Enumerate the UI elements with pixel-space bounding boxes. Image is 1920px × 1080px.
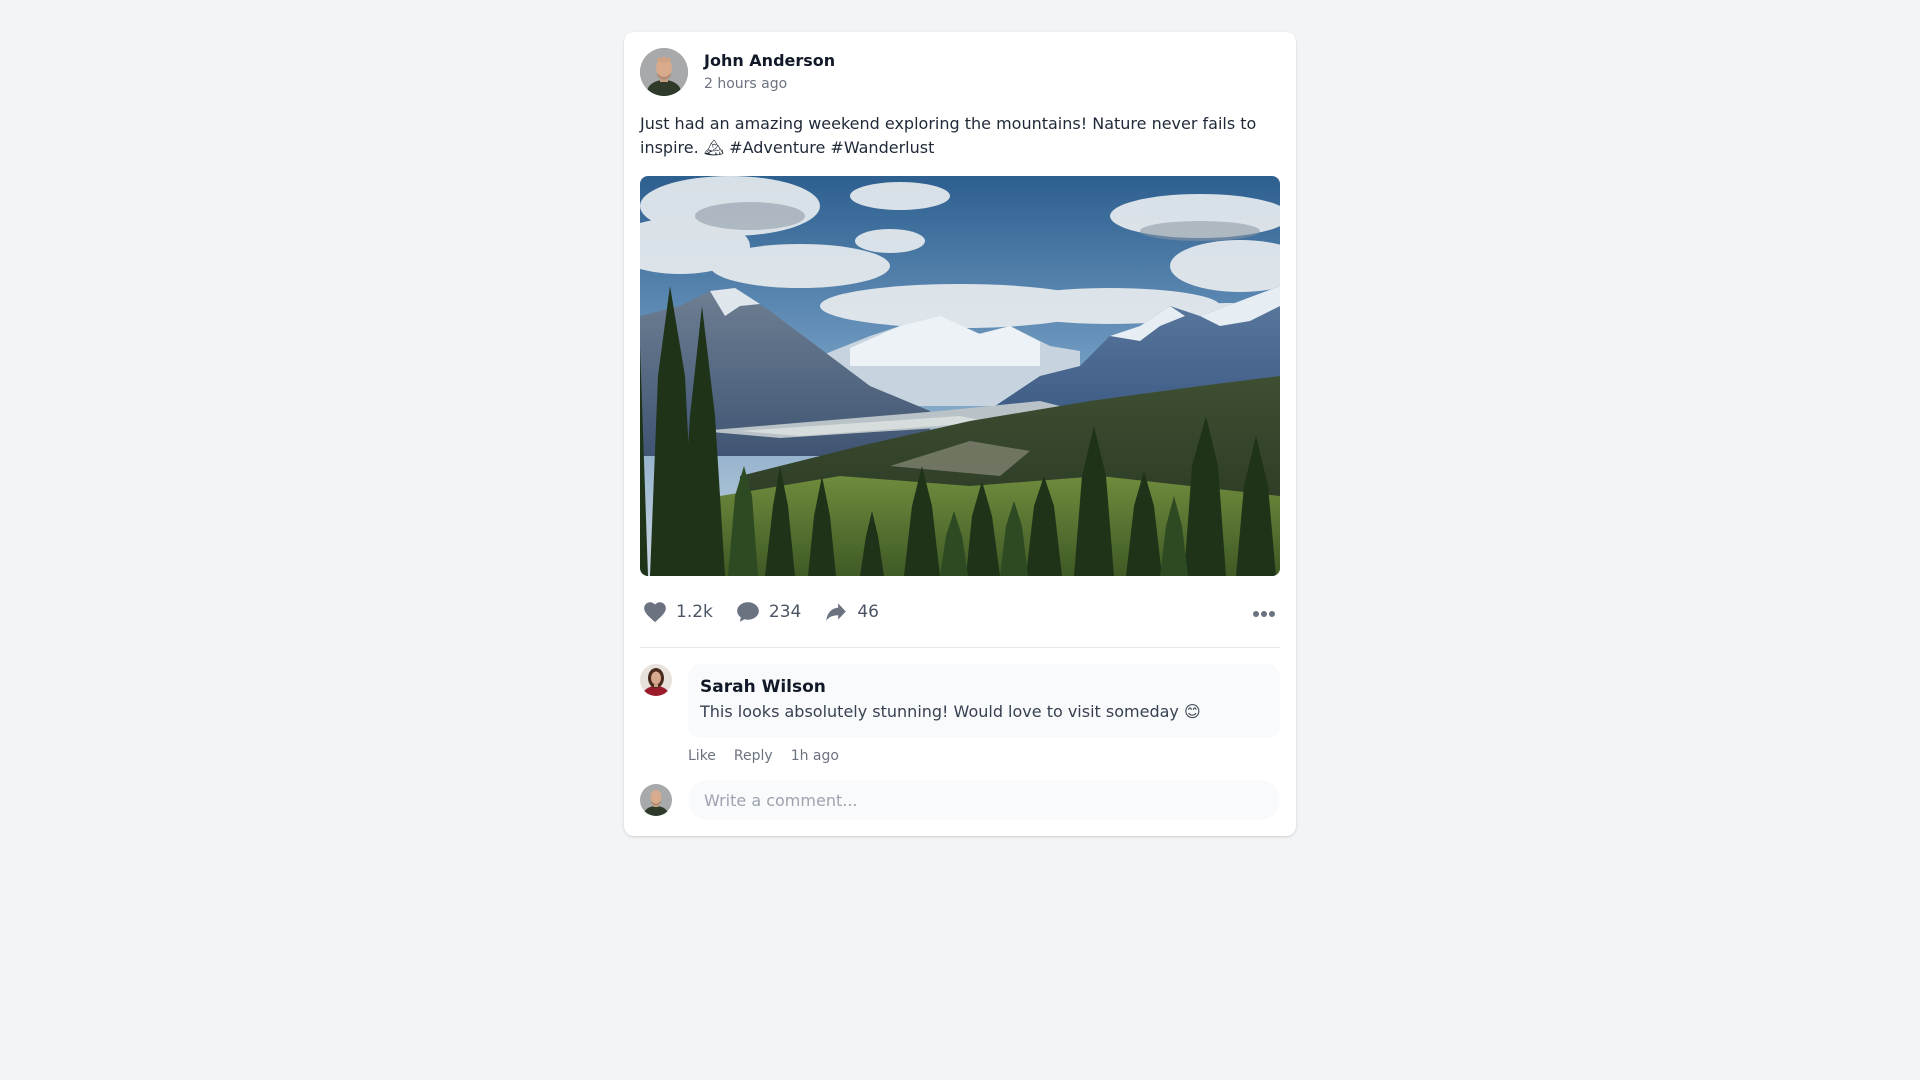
comment-bubble: Sarah Wilson This looks absolutely stunn…	[688, 664, 1280, 738]
post-timestamp: 2 hours ago	[704, 76, 788, 92]
comment-count: 234	[768, 601, 802, 622]
comment-meta: Like Reply 1h ago	[688, 748, 1280, 764]
commenter-name[interactable]: Sarah Wilson	[700, 676, 1268, 698]
comment-timestamp: 1h ago	[790, 748, 839, 764]
comment-reply-link[interactable]: Reply	[734, 748, 773, 764]
author-info: John Anderson 2 hours ago	[704, 50, 835, 94]
share-arrow-icon	[826, 602, 847, 621]
share-button[interactable]: 46	[823, 599, 879, 625]
post-text: Just had an amazing weekend exploring th…	[640, 114, 1257, 157]
share-count: 46	[857, 601, 879, 622]
new-comment-row	[640, 780, 1280, 820]
author-name[interactable]: John Anderson	[704, 50, 835, 72]
like-button[interactable]: 1.2k	[642, 599, 713, 625]
comment-input[interactable]	[688, 780, 1280, 820]
mountain-landscape-photo	[640, 176, 1280, 576]
current-user-avatar-image	[640, 784, 672, 816]
comment-text: This looks absolutely stunning! Would lo…	[700, 702, 1201, 721]
comment-like-link[interactable]: Like	[688, 748, 716, 764]
commenter-avatar-image	[640, 664, 672, 696]
heart-icon	[644, 601, 666, 622]
post-card: John Anderson 2 hours ago Just had an am…	[624, 32, 1296, 836]
comment-content: Sarah Wilson This looks absolutely stunn…	[688, 664, 1280, 764]
more-options-button[interactable]	[1250, 602, 1278, 621]
ellipsis-icon	[1252, 602, 1276, 621]
comment-item: Sarah Wilson This looks absolutely stunn…	[640, 664, 1280, 764]
post-header: John Anderson 2 hours ago	[640, 48, 1280, 96]
comment-bubble-icon	[737, 601, 759, 622]
author-avatar-image	[640, 48, 688, 96]
like-count: 1.2k	[676, 601, 713, 622]
comment-button[interactable]: 234	[735, 599, 801, 625]
current-user-avatar[interactable]	[640, 784, 672, 816]
author-avatar[interactable]	[640, 48, 688, 96]
commenter-avatar[interactable]	[640, 664, 672, 696]
post-actions: 1.2k 234 46	[640, 576, 1280, 648]
post-image[interactable]	[640, 176, 1280, 576]
